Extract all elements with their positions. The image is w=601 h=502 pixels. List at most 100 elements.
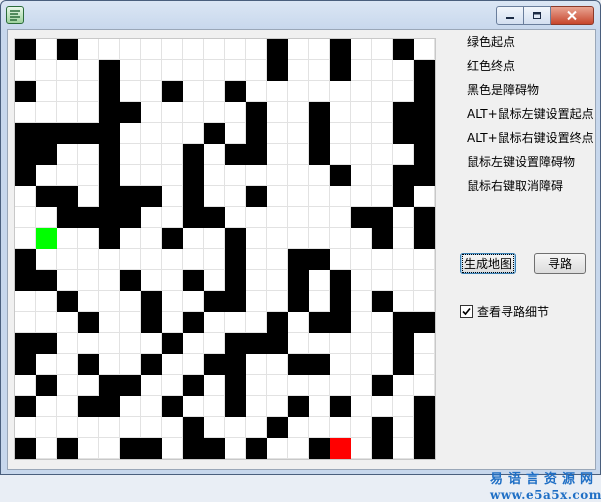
map-cell-wall[interactable] [15,396,36,417]
map-cell-wall[interactable] [225,354,246,375]
map-cell-wall[interactable] [309,123,330,144]
map-cell-empty[interactable] [57,354,78,375]
map-cell-empty[interactable] [162,186,183,207]
map-cell-empty[interactable] [99,270,120,291]
map-cell-empty[interactable] [267,144,288,165]
map-cell-wall[interactable] [414,207,435,228]
map-cell-empty[interactable] [309,375,330,396]
map-cell-empty[interactable] [267,270,288,291]
map-cell-wall[interactable] [162,228,183,249]
map-cell-wall[interactable] [267,417,288,438]
map-cell-empty[interactable] [267,375,288,396]
map-cell-empty[interactable] [246,312,267,333]
map-cell-empty[interactable] [36,81,57,102]
map-cell-empty[interactable] [15,186,36,207]
map-cell-wall[interactable] [36,375,57,396]
map-cell-empty[interactable] [162,39,183,60]
map-cell-empty[interactable] [183,396,204,417]
map-cell-empty[interactable] [393,249,414,270]
map-cell-empty[interactable] [120,249,141,270]
map-cell-empty[interactable] [99,291,120,312]
map-cell-wall[interactable] [15,438,36,459]
map-cell-wall[interactable] [414,123,435,144]
map-cell-empty[interactable] [288,333,309,354]
map-cell-wall[interactable] [393,312,414,333]
map-cell-wall[interactable] [393,186,414,207]
map-cell-wall[interactable] [393,165,414,186]
map-cell-empty[interactable] [225,312,246,333]
map-cell-empty[interactable] [414,249,435,270]
map-cell-empty[interactable] [162,417,183,438]
map-cell-empty[interactable] [372,186,393,207]
map-cell-wall[interactable] [120,270,141,291]
map-cell-wall[interactable] [414,396,435,417]
map-cell-wall[interactable] [120,207,141,228]
map-cell-wall[interactable] [15,39,36,60]
map-cell-empty[interactable] [183,333,204,354]
map-cell-wall[interactable] [246,123,267,144]
map-cell-empty[interactable] [78,165,99,186]
map-cell-empty[interactable] [246,228,267,249]
generate-map-button[interactable]: 生成地图 [460,253,516,274]
map-cell-wall[interactable] [57,186,78,207]
map-cell-empty[interactable] [372,144,393,165]
map-cell-empty[interactable] [120,417,141,438]
map-cell-empty[interactable] [162,207,183,228]
map-cell-wall[interactable] [15,123,36,144]
map-cell-empty[interactable] [36,312,57,333]
map-cell-empty[interactable] [78,186,99,207]
map-cell-wall[interactable] [183,165,204,186]
map-cell-wall[interactable] [99,207,120,228]
map-cell-empty[interactable] [267,291,288,312]
map-cell-empty[interactable] [141,396,162,417]
map-cell-empty[interactable] [330,375,351,396]
map-cell-empty[interactable] [351,249,372,270]
map-cell-wall[interactable] [57,207,78,228]
map-cell-wall[interactable] [15,81,36,102]
map-cell-empty[interactable] [309,270,330,291]
map-cell-empty[interactable] [15,228,36,249]
map-cell-empty[interactable] [162,102,183,123]
map-cell-empty[interactable] [309,39,330,60]
map-cell-wall[interactable] [99,81,120,102]
map-cell-empty[interactable] [15,291,36,312]
map-cell-wall[interactable] [330,270,351,291]
map-cell-empty[interactable] [78,270,99,291]
map-cell-empty[interactable] [15,102,36,123]
map-cell-empty[interactable] [351,417,372,438]
map-cell-wall[interactable] [288,291,309,312]
map-cell-empty[interactable] [78,102,99,123]
map-cell-wall[interactable] [225,396,246,417]
map-cell-empty[interactable] [15,207,36,228]
map-cell-wall[interactable] [120,186,141,207]
map-cell-empty[interactable] [204,375,225,396]
map-cell-wall[interactable] [36,144,57,165]
map-cell-wall[interactable] [78,207,99,228]
map-cell-wall[interactable] [99,144,120,165]
map-cell-empty[interactable] [351,39,372,60]
map-cell-empty[interactable] [309,333,330,354]
map-cell-empty[interactable] [78,333,99,354]
map-cell-empty[interactable] [204,333,225,354]
map-cell-empty[interactable] [141,207,162,228]
map-cell-empty[interactable] [288,207,309,228]
map-cell-empty[interactable] [120,144,141,165]
map-cell-wall[interactable] [204,291,225,312]
map-cell-empty[interactable] [393,417,414,438]
map-cell-wall[interactable] [120,375,141,396]
map-cell-wall[interactable] [204,123,225,144]
map-cell-empty[interactable] [246,165,267,186]
map-cell-empty[interactable] [78,249,99,270]
map-cell-wall[interactable] [414,228,435,249]
map-cell-empty[interactable] [78,417,99,438]
map-cell-empty[interactable] [267,165,288,186]
map-cell-empty[interactable] [309,417,330,438]
map-cell-wall[interactable] [288,249,309,270]
map-cell-empty[interactable] [267,438,288,459]
map-cell-empty[interactable] [162,165,183,186]
map-cell-empty[interactable] [267,123,288,144]
map-cell-empty[interactable] [246,81,267,102]
map-cell-empty[interactable] [120,312,141,333]
map-cell-wall[interactable] [183,207,204,228]
map-cell-empty[interactable] [141,39,162,60]
